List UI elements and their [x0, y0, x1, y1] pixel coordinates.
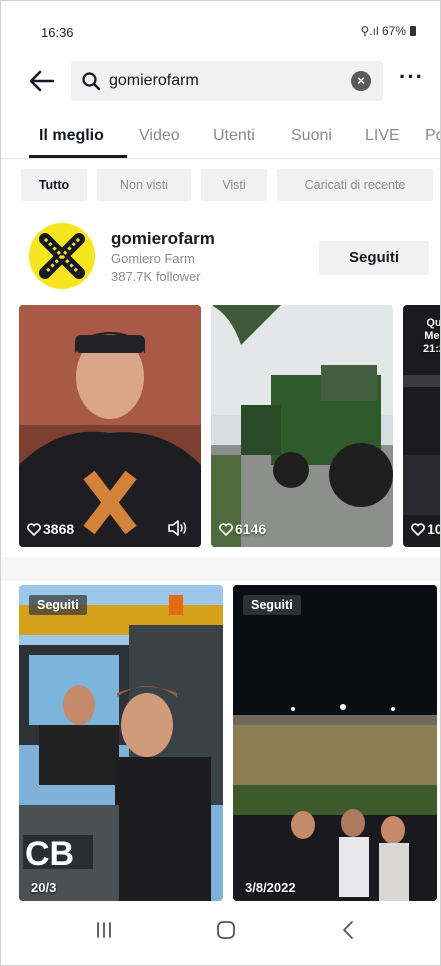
- video-thumbnail[interactable]: Seguiti 3/8/2022: [233, 585, 437, 901]
- home-icon[interactable]: [215, 919, 237, 941]
- farm-logo-icon: [29, 223, 95, 289]
- like-count: 3868: [27, 521, 74, 537]
- phone-screen: 16:36 ⚲.ıl 67% gomierofarm × ··· Il megl…: [0, 0, 441, 966]
- following-badge: Seguiti: [29, 595, 87, 615]
- following-badge: Seguiti: [243, 595, 301, 615]
- like-count-text: 6146: [235, 521, 267, 537]
- heart-icon: [27, 522, 41, 536]
- active-tab-indicator: [29, 155, 127, 158]
- video-thumbnail[interactable]: CB Seguiti 20/3: [19, 585, 223, 901]
- video-overlay-text: QuMer21:2: [423, 317, 441, 355]
- system-back-icon[interactable]: [339, 919, 357, 941]
- account-display-name: Gomiero Farm: [111, 251, 195, 266]
- video-date: 20/3: [31, 880, 57, 895]
- video-thumbnail[interactable]: QuMer21:2 10: [403, 305, 441, 547]
- status-bar: 16:36 ⚲.ıl 67%: [1, 1, 440, 57]
- system-navigation-bar: [1, 901, 440, 959]
- like-count: 6146: [219, 521, 266, 537]
- like-count-text: 3868: [43, 521, 75, 537]
- search-input[interactable]: gomierofarm ×: [71, 61, 383, 101]
- status-time: 16:36: [41, 25, 74, 40]
- search-header: gomierofarm × ···: [1, 59, 440, 103]
- video-preview-image: CB: [19, 585, 223, 901]
- like-count: 10: [411, 521, 440, 537]
- search-icon: [82, 72, 101, 91]
- svg-text:CB: CB: [25, 835, 74, 873]
- filter-not-seen[interactable]: Non visti: [97, 169, 191, 201]
- filter-seen[interactable]: Visti: [201, 169, 267, 201]
- search-tabs: Il meglio Video Utenti Suoni LIVE Po: [1, 113, 440, 159]
- avatar[interactable]: [29, 223, 95, 289]
- following-button[interactable]: Seguiti: [319, 241, 429, 275]
- heart-icon: [219, 522, 233, 536]
- filter-recent[interactable]: Caricati di recente: [277, 169, 433, 201]
- video-date: 3/8/2022: [245, 880, 296, 895]
- video-thumbnail[interactable]: 6146: [211, 305, 393, 547]
- battery-icon: [410, 26, 416, 36]
- search-query-text: gomierofarm: [109, 72, 199, 89]
- tab-sounds[interactable]: Suoni: [291, 127, 332, 145]
- tab-users[interactable]: Utenti: [213, 127, 255, 145]
- tab-live[interactable]: LIVE: [365, 127, 400, 145]
- tab-best[interactable]: Il meglio: [39, 127, 104, 145]
- signal-battery-text: ⚲.ıl 67%: [360, 24, 406, 38]
- account-followers: 387.7K follower: [111, 269, 201, 284]
- section-divider: [1, 557, 440, 581]
- clear-search-icon[interactable]: ×: [351, 71, 371, 91]
- like-count-text: 10: [427, 521, 440, 537]
- account-result[interactable]: gomierofarm Gomiero Farm 387.7K follower…: [1, 219, 440, 295]
- sound-on-icon[interactable]: [167, 519, 189, 537]
- video-preview-image: [19, 305, 201, 547]
- more-options-icon[interactable]: ···: [399, 66, 429, 95]
- video-preview-image: [233, 585, 437, 901]
- status-indicators: ⚲.ıl 67%: [361, 24, 416, 38]
- recent-apps-icon[interactable]: [93, 921, 115, 939]
- heart-icon: [411, 522, 425, 536]
- video-preview-image: [211, 305, 393, 547]
- filter-all[interactable]: Tutto: [21, 169, 87, 201]
- back-arrow-icon[interactable]: [27, 67, 57, 95]
- video-thumbnail[interactable]: 3868: [19, 305, 201, 547]
- filter-chips: Tutto Non visti Visti Caricati di recent…: [1, 169, 440, 203]
- tab-video[interactable]: Video: [139, 127, 180, 145]
- account-username: gomierofarm: [111, 229, 215, 248]
- tab-more[interactable]: Po: [425, 127, 440, 145]
